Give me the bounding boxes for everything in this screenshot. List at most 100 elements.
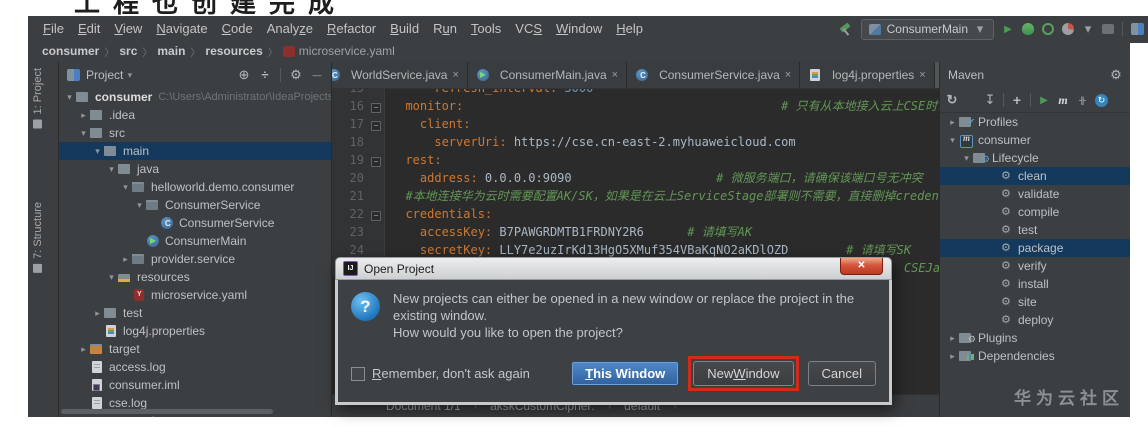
maven-toolbar-icon[interactable]: [1011, 92, 1023, 108]
maven-toolbar-icon[interactable]: [1003, 93, 1004, 107]
maven-tree-row[interactable]: site: [940, 293, 1130, 311]
tree-row[interactable]: ConsumerService: [59, 214, 331, 232]
tree-row[interactable]: java: [59, 160, 331, 178]
editor-tab[interactable]: ConsumerMain.java ×: [468, 62, 628, 88]
tree-row-arrow[interactable]: [77, 128, 90, 139]
tab-close-icon[interactable]: ×: [452, 69, 458, 81]
tree-row-arrow[interactable]: [119, 254, 132, 265]
dialog-button[interactable]: New Window: [693, 361, 794, 386]
maven-settings-gear-icon[interactable]: [1110, 67, 1122, 83]
tree-row[interactable]: test: [59, 304, 331, 322]
menu-item[interactable]: VCS: [508, 21, 549, 36]
menu-item[interactable]: Navigate: [149, 21, 214, 36]
run-coverage-icon[interactable]: [1042, 23, 1054, 35]
menu-item[interactable]: Code: [215, 21, 260, 36]
maven-tree-row[interactable]: Dependencies: [940, 347, 1130, 365]
fold-marker[interactable]: [368, 205, 385, 223]
menu-item[interactable]: Window: [549, 21, 609, 36]
fold-marker[interactable]: [368, 97, 385, 115]
tab-close-icon[interactable]: ×: [919, 69, 925, 81]
menu-item[interactable]: Build: [383, 21, 426, 36]
editor-tab[interactable]: ConsumerService.java ×: [627, 62, 801, 88]
tree-row[interactable]: microservice.yaml: [59, 286, 331, 304]
maven-toolbar-icon[interactable]: [984, 92, 996, 108]
remember-checkbox[interactable]: [351, 366, 365, 381]
project-structure-icon[interactable]: [1131, 23, 1144, 35]
stripe-structure-button[interactable]: 7: Structure: [32, 202, 44, 273]
breadcrumb-file[interactable]: microservice.yaml: [282, 44, 395, 58]
project-header-icon[interactable]: [290, 69, 302, 81]
editor-tab[interactable]: log4j.properties ×: [800, 62, 935, 88]
project-header-icon[interactable]: [280, 68, 281, 82]
maven-toolbar-icon[interactable]: [1030, 93, 1031, 107]
maven-toolbar-icon[interactable]: [946, 92, 958, 108]
tab-close-icon[interactable]: ×: [612, 69, 618, 81]
breadcrumb-item[interactable]: main: [157, 44, 185, 58]
tree-row[interactable]: target: [59, 340, 331, 358]
maven-tree-row[interactable]: clean: [940, 167, 1130, 185]
menu-item[interactable]: File: [36, 21, 71, 36]
maven-row-arrow[interactable]: [946, 135, 959, 146]
tree-row-arrow[interactable]: [77, 110, 90, 121]
fold-marker[interactable]: [368, 187, 385, 205]
tree-row[interactable]: main: [59, 142, 331, 160]
maven-tree-row[interactable]: consumer: [940, 131, 1130, 149]
maven-tree-row[interactable]: validate: [940, 185, 1130, 203]
menu-item[interactable]: Edit: [71, 21, 107, 36]
project-horizontal-scrollbar[interactable]: [61, 409, 273, 414]
fold-marker[interactable]: [368, 169, 385, 187]
menu-item[interactable]: Help: [609, 21, 650, 36]
breadcrumb-item[interactable]: consumer: [42, 44, 99, 58]
tree-row[interactable]: helloworld.demo.consumer: [59, 178, 331, 196]
tree-row[interactable]: src: [59, 124, 331, 142]
maven-row-arrow[interactable]: [960, 153, 973, 164]
tree-row-arrow[interactable]: [91, 146, 104, 157]
project-header-icon[interactable]: [259, 69, 271, 81]
maven-toolbar-icon[interactable]: [1057, 93, 1069, 108]
remember-checkbox-label[interactable]: Remember, don't ask again: [372, 366, 530, 381]
tree-row[interactable]: ConsumerService: [59, 196, 331, 214]
profiler-chevron-icon[interactable]: [1082, 21, 1094, 37]
menu-item[interactable]: Refactor: [320, 21, 383, 36]
tree-row[interactable]: consumer C:\Users\Administrator\IdeaProj…: [59, 88, 331, 106]
maven-toolbar-icon[interactable]: [1038, 95, 1050, 106]
editor-tab[interactable]: WorldService.java ×: [332, 62, 468, 88]
dialog-button[interactable]: This Window: [571, 361, 680, 386]
profiler-icon[interactable]: [1062, 23, 1074, 35]
breadcrumb-item[interactable]: resources: [205, 44, 262, 58]
menu-item[interactable]: Tools: [464, 21, 508, 36]
maven-tree-row[interactable]: verify: [940, 257, 1130, 275]
fold-marker[interactable]: [368, 89, 385, 97]
project-header-icon[interactable]: [238, 69, 250, 81]
tree-row-arrow[interactable]: [133, 200, 146, 211]
maven-panel-title[interactable]: Maven: [948, 68, 984, 82]
debug-icon[interactable]: [1022, 23, 1034, 35]
tree-row[interactable]: consumer.iml: [59, 376, 331, 394]
close-icon[interactable]: ✕: [840, 258, 883, 275]
run-config-combo[interactable]: ConsumerMain: [860, 18, 994, 40]
maven-tree-row[interactable]: Plugins: [940, 329, 1130, 347]
fold-marker[interactable]: [368, 223, 385, 241]
maven-row-arrow[interactable]: [946, 117, 959, 128]
tree-row-arrow[interactable]: [105, 164, 118, 175]
maven-row-arrow[interactable]: [946, 333, 959, 344]
maven-tree-row[interactable]: test: [940, 221, 1130, 239]
maven-tree-row[interactable]: package: [940, 239, 1130, 257]
fold-marker[interactable]: [368, 151, 385, 169]
tree-row-arrow[interactable]: [77, 344, 90, 355]
project-header-icon[interactable]: [311, 69, 323, 81]
project-title-chevron[interactable]: [123, 70, 136, 81]
maven-toolbar-icon[interactable]: [1095, 93, 1108, 107]
breadcrumb-item[interactable]: src: [119, 44, 137, 58]
tree-row-arrow[interactable]: [63, 92, 76, 103]
tree-row[interactable]: resources: [59, 268, 331, 286]
tab-close-icon[interactable]: ×: [785, 69, 791, 81]
tree-row[interactable]: log4j.properties: [59, 322, 331, 340]
tree-row[interactable]: ConsumerMain: [59, 232, 331, 250]
tree-row[interactable]: provider.service: [59, 250, 331, 268]
tree-row-arrow[interactable]: [105, 272, 118, 283]
menu-item[interactable]: Run: [426, 21, 464, 36]
run-icon[interactable]: [1002, 24, 1014, 35]
build-hammer-icon[interactable]: [838, 22, 853, 37]
menu-item[interactable]: Analyze: [260, 21, 320, 36]
